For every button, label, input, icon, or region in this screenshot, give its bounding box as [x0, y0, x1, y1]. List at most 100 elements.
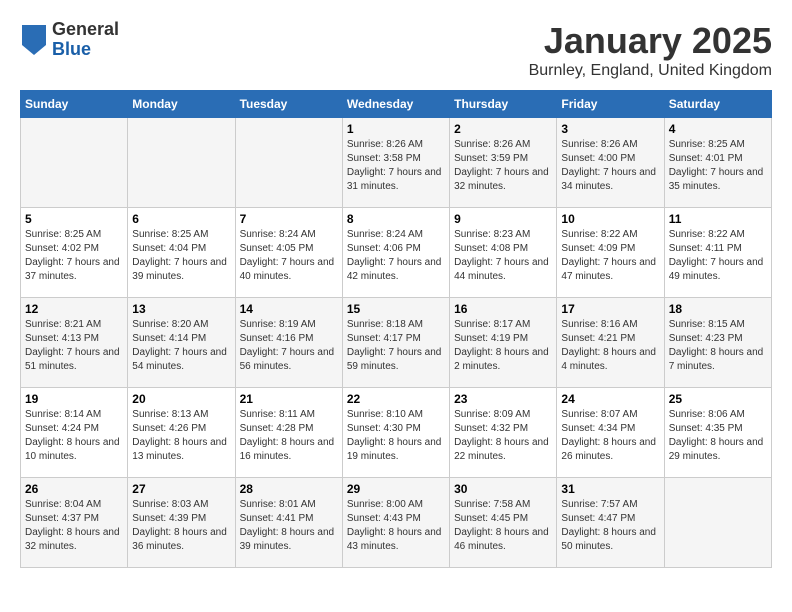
day-number: 13 [132, 302, 230, 316]
day-number: 20 [132, 392, 230, 406]
day-number: 8 [347, 212, 445, 226]
calendar-cell: 18Sunrise: 8:15 AMSunset: 4:23 PMDayligh… [664, 298, 771, 388]
day-number: 5 [25, 212, 123, 226]
day-number: 25 [669, 392, 767, 406]
logo-icon [22, 25, 46, 55]
logo-blue: Blue [52, 40, 119, 60]
day-info: Sunrise: 8:26 AMSunset: 3:59 PMDaylight:… [454, 138, 552, 194]
day-number: 16 [454, 302, 552, 316]
day-info: Sunrise: 8:16 AMSunset: 4:21 PMDaylight:… [561, 318, 659, 374]
logo-text: General Blue [52, 20, 119, 60]
day-number: 10 [561, 212, 659, 226]
day-info: Sunrise: 8:22 AMSunset: 4:11 PMDaylight:… [669, 228, 767, 284]
day-number: 18 [669, 302, 767, 316]
calendar-cell: 26 Sunrise: 8:04 AMSunset: 4:37 PMDayligh… [21, 478, 128, 568]
day-number: 1 [347, 122, 445, 136]
day-info: Sunrise: 8:04 AMSunset: 4:37 PMDaylight:… [25, 498, 123, 554]
calendar-cell: 1 Sunrise: 8:26 AMSunset: 3:58 PMDaylight… [342, 118, 449, 208]
day-number: 15 [347, 302, 445, 316]
calendar-week-row: 19 Sunrise: 8:14 AMSunset: 4:24 PMDayligh… [21, 388, 772, 478]
day-info: Sunrise: 7:57 AMSunset: 4:47 PMDaylight:… [561, 498, 659, 554]
calendar-cell: 30 Sunrise: 7:58 AMSunset: 4:45 PMDayligh… [450, 478, 557, 568]
calendar-cell: 9Sunrise: 8:23 AMSunset: 4:08 PMDaylight… [450, 208, 557, 298]
day-info: Sunrise: 8:01 AMSunset: 4:41 PMDaylight:… [240, 498, 338, 554]
day-info: Sunrise: 8:13 AMSunset: 4:26 PMDaylight:… [132, 408, 230, 464]
calendar-cell: 23 Sunrise: 8:09 AMSunset: 4:32 PMDayligh… [450, 388, 557, 478]
calendar-cell: 25 Sunrise: 8:06 AMSunset: 4:35 PMDayligh… [664, 388, 771, 478]
day-info: Sunrise: 8:09 AMSunset: 4:32 PMDaylight:… [454, 408, 552, 464]
day-info: Sunrise: 8:21 AMSunset: 4:13 PMDaylight:… [25, 318, 123, 374]
day-info: Sunrise: 8:22 AMSunset: 4:09 PMDaylight:… [561, 228, 659, 284]
day-info: Sunrise: 8:26 AMSunset: 3:58 PMDaylight:… [347, 138, 445, 194]
day-number: 21 [240, 392, 338, 406]
day-info: Sunrise: 8:18 AMSunset: 4:17 PMDaylight:… [347, 318, 445, 374]
day-info: Sunrise: 8:24 AMSunset: 4:06 PMDaylight:… [347, 228, 445, 284]
day-info: Sunrise: 8:25 AMSunset: 4:04 PMDaylight:… [132, 228, 230, 284]
weekday-header: Monday [128, 91, 235, 118]
weekday-header: Friday [557, 91, 664, 118]
day-number: 7 [240, 212, 338, 226]
calendar-table: SundayMondayTuesdayWednesdayThursdayFrid… [20, 90, 772, 568]
calendar-cell: 20 Sunrise: 8:13 AMSunset: 4:26 PMDayligh… [128, 388, 235, 478]
day-number: 27 [132, 482, 230, 496]
month-title: January 2025 [529, 20, 772, 62]
day-number: 22 [347, 392, 445, 406]
day-number: 23 [454, 392, 552, 406]
day-number: 3 [561, 122, 659, 136]
calendar-cell [21, 118, 128, 208]
day-number: 26 [25, 482, 123, 496]
day-number: 6 [132, 212, 230, 226]
day-info: Sunrise: 8:26 AMSunset: 4:00 PMDaylight:… [561, 138, 659, 194]
weekday-header: Thursday [450, 91, 557, 118]
calendar-cell: 28 Sunrise: 8:01 AMSunset: 4:41 PMDayligh… [235, 478, 342, 568]
calendar-week-row: 5 Sunrise: 8:25 AMSunset: 4:02 PMDaylight… [21, 208, 772, 298]
day-number: 30 [454, 482, 552, 496]
calendar-cell: 22 Sunrise: 8:10 AMSunset: 4:30 PMDayligh… [342, 388, 449, 478]
calendar-cell: 19 Sunrise: 8:14 AMSunset: 4:24 PMDayligh… [21, 388, 128, 478]
day-info: Sunrise: 8:06 AMSunset: 4:35 PMDaylight:… [669, 408, 767, 464]
day-info: Sunrise: 8:11 AMSunset: 4:28 PMDaylight:… [240, 408, 338, 464]
calendar-cell: 14 Sunrise: 8:19 AMSunset: 4:16 PMDayligh… [235, 298, 342, 388]
weekday-header: Wednesday [342, 91, 449, 118]
logo-general: General [52, 20, 119, 40]
day-number: 17 [561, 302, 659, 316]
day-number: 31 [561, 482, 659, 496]
calendar-cell: 15 Sunrise: 8:18 AMSunset: 4:17 PMDayligh… [342, 298, 449, 388]
weekday-header: Sunday [21, 91, 128, 118]
calendar-cell [664, 478, 771, 568]
calendar-cell: 21 Sunrise: 8:11 AMSunset: 4:28 PMDayligh… [235, 388, 342, 478]
calendar-cell: 10 Sunrise: 8:22 AMSunset: 4:09 PMDayligh… [557, 208, 664, 298]
calendar-cell: 13Sunrise: 8:20 AMSunset: 4:14 PMDayligh… [128, 298, 235, 388]
calendar-cell [128, 118, 235, 208]
calendar-cell [235, 118, 342, 208]
calendar-cell: 5 Sunrise: 8:25 AMSunset: 4:02 PMDaylight… [21, 208, 128, 298]
day-number: 24 [561, 392, 659, 406]
day-info: Sunrise: 8:17 AMSunset: 4:19 PMDaylight:… [454, 318, 552, 374]
calendar-cell: 29Sunrise: 8:00 AMSunset: 4:43 PMDayligh… [342, 478, 449, 568]
day-number: 28 [240, 482, 338, 496]
day-info: Sunrise: 8:24 AMSunset: 4:05 PMDaylight:… [240, 228, 338, 284]
day-info: Sunrise: 8:10 AMSunset: 4:30 PMDaylight:… [347, 408, 445, 464]
calendar-week-row: 1 Sunrise: 8:26 AMSunset: 3:58 PMDaylight… [21, 118, 772, 208]
day-info: Sunrise: 8:25 AMSunset: 4:01 PMDaylight:… [669, 138, 767, 194]
day-number: 19 [25, 392, 123, 406]
day-number: 4 [669, 122, 767, 136]
day-info: Sunrise: 8:03 AMSunset: 4:39 PMDaylight:… [132, 498, 230, 554]
day-info: Sunrise: 8:19 AMSunset: 4:16 PMDaylight:… [240, 318, 338, 374]
calendar-cell: 12 Sunrise: 8:21 AMSunset: 4:13 PMDayligh… [21, 298, 128, 388]
logo: General Blue [20, 20, 119, 60]
calendar-cell: 11Sunrise: 8:22 AMSunset: 4:11 PMDayligh… [664, 208, 771, 298]
calendar-cell: 31 Sunrise: 7:57 AMSunset: 4:47 PMDayligh… [557, 478, 664, 568]
calendar-cell: 17 Sunrise: 8:16 AMSunset: 4:21 PMDayligh… [557, 298, 664, 388]
day-info: Sunrise: 8:25 AMSunset: 4:02 PMDaylight:… [25, 228, 123, 284]
day-number: 14 [240, 302, 338, 316]
day-info: Sunrise: 7:58 AMSunset: 4:45 PMDaylight:… [454, 498, 552, 554]
calendar-cell: 27 Sunrise: 8:03 AMSunset: 4:39 PMDayligh… [128, 478, 235, 568]
calendar-cell: 4 Sunrise: 8:25 AMSunset: 4:01 PMDaylight… [664, 118, 771, 208]
day-info: Sunrise: 8:14 AMSunset: 4:24 PMDaylight:… [25, 408, 123, 464]
weekday-header: Saturday [664, 91, 771, 118]
day-number: 12 [25, 302, 123, 316]
page-header: General Blue January 2025 Burnley, Engla… [20, 20, 772, 80]
calendar-cell: 24Sunrise: 8:07 AMSunset: 4:34 PMDayligh… [557, 388, 664, 478]
day-number: 2 [454, 122, 552, 136]
